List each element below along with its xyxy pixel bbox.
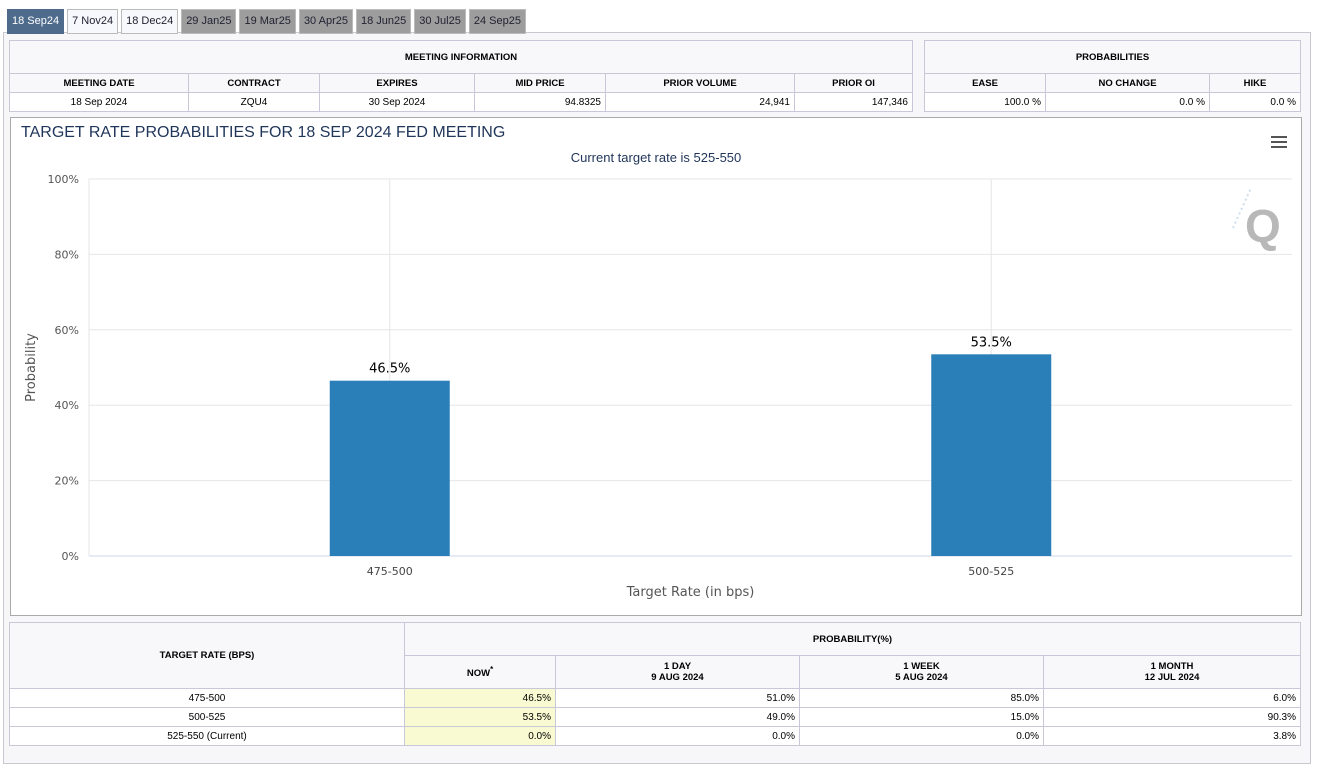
- x-axis-title: Target Rate (in bps): [626, 585, 755, 600]
- tab-meeting[interactable]: 29 Jan25: [181, 9, 237, 34]
- probability-cell: 46.5%: [404, 688, 556, 708]
- rate-cell: 500-525: [9, 707, 405, 727]
- col-header: 1 WEEK 5 AUG 2024: [799, 655, 1044, 689]
- probability-cell: 49.0%: [555, 707, 800, 727]
- chart-svg: Q 0% 20% 40% 60% 80% 100% 46.5% 475-500 53.5% 500…: [24, 173, 1292, 600]
- col-header: CONTRACT: [188, 73, 320, 93]
- cell: 18 Sep 2024: [9, 92, 189, 112]
- tab-meeting[interactable]: 30 Jul25: [414, 9, 466, 34]
- y-tick-label: 80%: [55, 248, 79, 261]
- col-header: EASE: [924, 73, 1046, 93]
- col-header: PRIOR VOLUME: [605, 73, 795, 93]
- probability-header: PROBABILITY(%): [404, 622, 1301, 656]
- probabilities-title: PROBABILITIES: [924, 40, 1301, 74]
- table-row: 475-500 46.5% 51.0% 85.0% 6.0%: [9, 688, 1301, 708]
- cell: 100.0 %: [924, 92, 1046, 112]
- cell: ZQU4: [188, 92, 320, 112]
- probability-table: TARGET RATE (BPS) PROBABILITY(%) NOW* 1 …: [9, 622, 1301, 746]
- col-header: 1 DAY 9 AUG 2024: [555, 655, 800, 689]
- tab-meeting[interactable]: 18 Sep24: [7, 9, 65, 34]
- rate-header: TARGET RATE (BPS): [9, 622, 405, 689]
- y-tick-label: 0%: [62, 550, 79, 563]
- chart-panel: TARGET RATE PROBABILITIES FOR 18 SEP 202…: [10, 117, 1302, 616]
- tab-meeting[interactable]: 18 Dec24: [121, 9, 179, 34]
- table-row: 500-525 53.5% 49.0% 15.0% 90.3%: [9, 707, 1301, 727]
- col-header-now: NOW*: [404, 655, 556, 689]
- col-header: HIKE: [1209, 73, 1301, 93]
- tab-meeting[interactable]: 30 Apr25: [298, 9, 353, 34]
- cell: 94.8325: [474, 92, 606, 112]
- probability-cell: 51.0%: [555, 688, 800, 708]
- x-tick-label: 475-500: [367, 565, 413, 578]
- probabilities-table: PROBABILITIES EASE NO CHANGE HIKE 100.0 …: [924, 40, 1301, 112]
- y-tick-label: 20%: [55, 475, 79, 488]
- svg-text:Q: Q: [1245, 200, 1281, 252]
- tab-meeting[interactable]: 7 Nov24: [67, 9, 119, 34]
- data-label: 53.5%: [971, 335, 1012, 350]
- probability-cell: 15.0%: [799, 707, 1044, 727]
- tab-meeting[interactable]: 19 Mar25: [239, 9, 296, 34]
- probability-cell: 0.0%: [555, 726, 800, 746]
- col-header: MID PRICE: [474, 73, 606, 93]
- probability-cell: 0.0%: [404, 726, 556, 746]
- bar[interactable]: [329, 380, 450, 556]
- col-header: PRIOR OI: [794, 73, 913, 93]
- cell: 147,346: [794, 92, 913, 112]
- probability-cell: 53.5%: [404, 707, 556, 727]
- meeting-info-table: MEETING INFORMATION MEETING DATE CONTRAC…: [9, 40, 913, 112]
- col-header: MEETING DATE: [9, 73, 189, 93]
- probability-cell: 85.0%: [799, 688, 1044, 708]
- rate-cell: 475-500: [9, 688, 405, 708]
- rate-cell: 525-550 (Current): [9, 726, 405, 746]
- data-label: 46.5%: [369, 362, 410, 377]
- y-tick-label: 40%: [55, 399, 79, 412]
- cell: 30 Sep 2024: [319, 92, 475, 112]
- q-logo-icon: Q: [1232, 187, 1281, 252]
- probability-cell: 0.0%: [799, 726, 1044, 746]
- tab-meeting[interactable]: 18 Jun25: [355, 9, 412, 34]
- y-tick-label: 60%: [55, 324, 79, 337]
- col-header: NO CHANGE: [1045, 73, 1210, 93]
- cell: 0.0 %: [1209, 92, 1301, 112]
- probability-cell: 90.3%: [1043, 707, 1301, 727]
- col-header: 1 MONTH 12 JUL 2024: [1043, 655, 1301, 689]
- cell: 0.0 %: [1045, 92, 1210, 112]
- bar[interactable]: [931, 354, 1052, 556]
- tab-meeting[interactable]: 24 Sep25: [468, 9, 526, 34]
- cell: 24,941: [605, 92, 795, 112]
- y-axis-title: Probability: [24, 333, 39, 402]
- table-row: 525-550 (Current) 0.0% 0.0% 0.0% 3.8%: [9, 726, 1301, 746]
- meeting-tabs: 18 Sep24 7 Nov24 18 Dec24 29 Jan25 19 Ma…: [7, 9, 526, 34]
- meeting-info-title: MEETING INFORMATION: [9, 40, 913, 74]
- probability-cell: 6.0%: [1043, 688, 1301, 708]
- x-tick-label: 500-525: [968, 565, 1014, 578]
- y-tick-label: 100%: [48, 173, 79, 186]
- probability-cell: 3.8%: [1043, 726, 1301, 746]
- col-header: EXPIRES: [319, 73, 475, 93]
